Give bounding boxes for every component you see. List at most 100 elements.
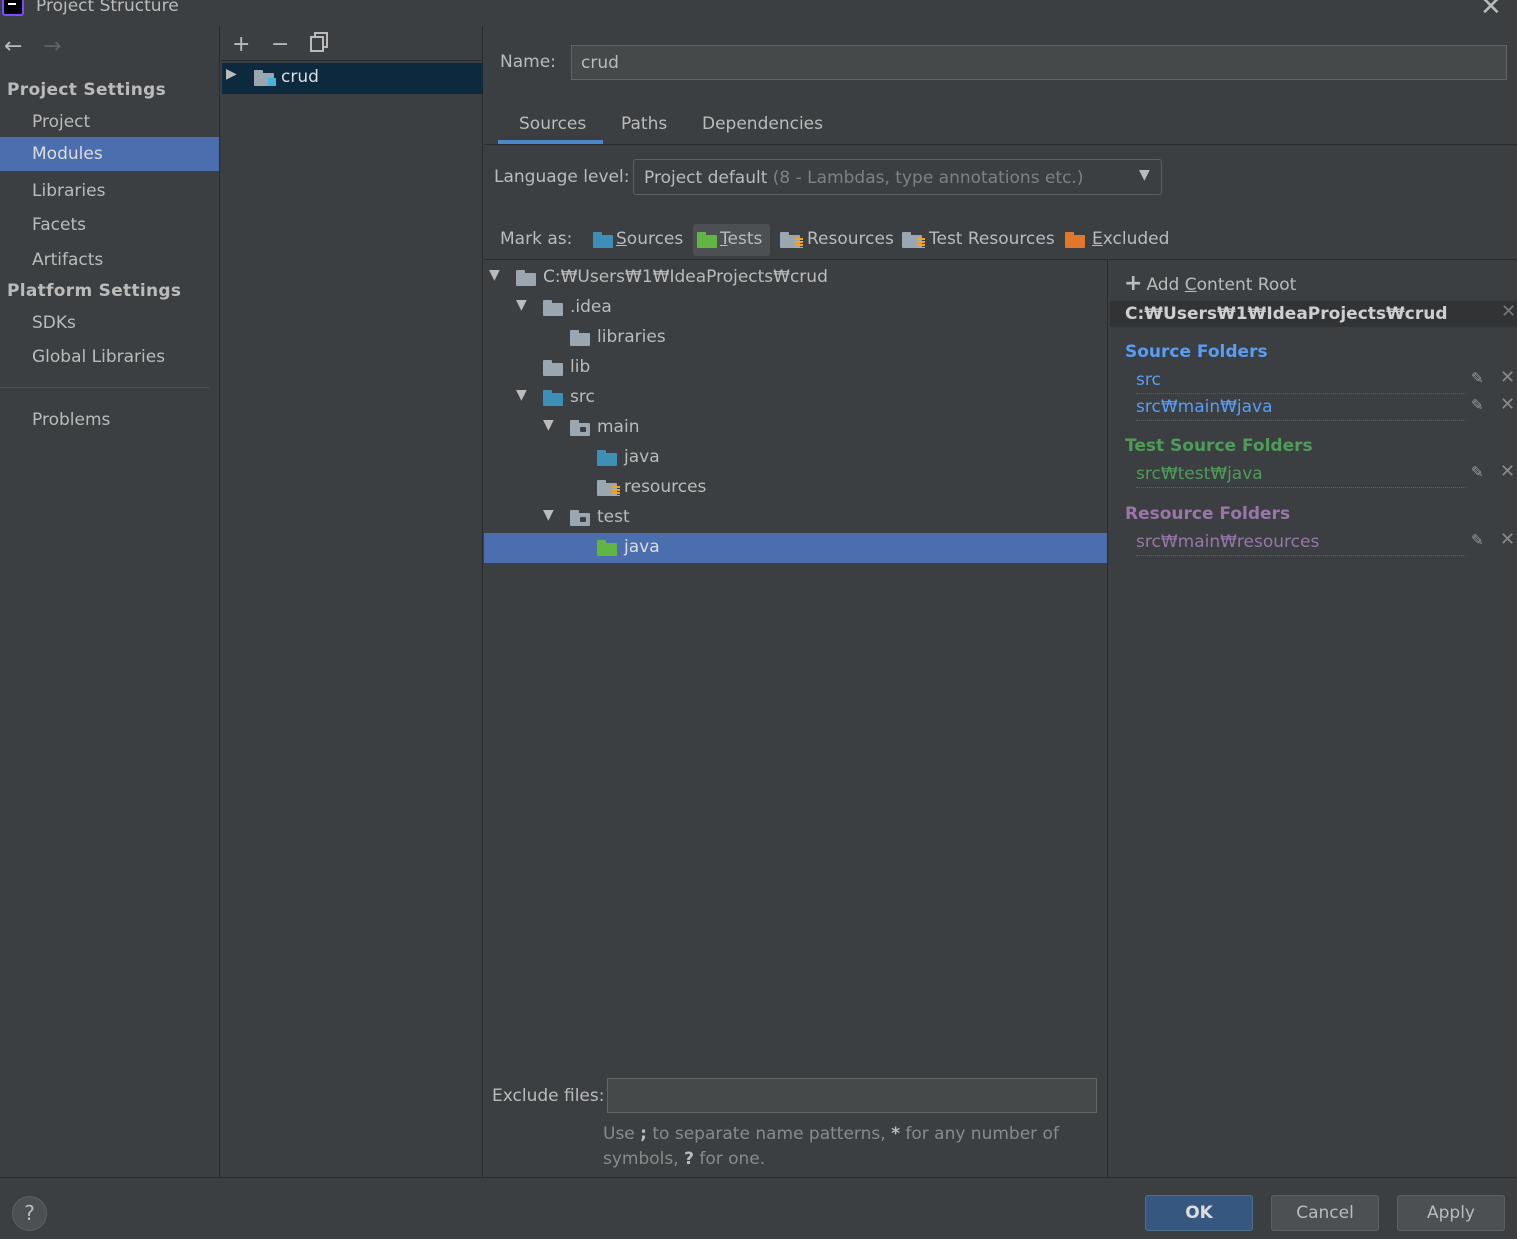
remove-icon[interactable]: − [271,32,289,57]
expand-arrow-icon[interactable]: ▼ [543,417,554,433]
tree-row[interactable]: ▼ main [484,413,1107,443]
remove-folder-icon[interactable]: ✕ [1500,394,1515,415]
mark-tests-button[interactable]: Tests [693,224,770,256]
edit-pencil-icon[interactable]: ✎ [1471,531,1484,549]
exclude-files-input[interactable] [607,1078,1097,1113]
ok-button[interactable]: OK [1145,1195,1253,1231]
mark-test-resources-label: Test Resources [929,229,1055,249]
tree-row[interactable]: ▼ src [484,383,1107,413]
back-arrow-icon[interactable]: ← [4,34,22,59]
tree-row[interactable]: ▼ .idea [484,293,1107,323]
project-settings-header: Project Settings [7,80,167,100]
language-level-dropdown[interactable]: Project default (8 - Lambdas, type annot… [633,159,1162,195]
mark-resources-button[interactable]: Resources [776,224,894,256]
expand-arrow-icon[interactable]: ▼ [543,507,554,523]
close-icon[interactable]: ✕ [1480,0,1502,22]
tree-row[interactable]: libraries [484,323,1107,353]
mark-test-resources-button[interactable]: Test Resources [898,224,1056,256]
exclude-files-label: Exclude files: [492,1086,605,1106]
exclude-hint-text: Use [603,1124,635,1144]
module-name: crud [281,67,319,87]
edit-pencil-icon[interactable]: ✎ [1471,369,1484,387]
sidebar-item-sdks[interactable]: SDKs [0,306,219,340]
sidebar-item-artifacts[interactable]: Artifacts [0,243,219,277]
expand-arrow-icon[interactable]: ▶ [226,66,237,82]
name-label: Name: [500,52,556,72]
mark-excluded-button[interactable]: Excluded [1061,224,1169,256]
add-icon[interactable]: + [232,32,250,57]
expand-arrow-icon[interactable]: ▼ [489,267,500,283]
copy-icon[interactable] [310,32,328,52]
test-source-folder-entry[interactable]: src₩test₩java [1136,464,1466,488]
add-content-root-button[interactable]: + Add Content Root [1124,271,1296,296]
remove-folder-icon[interactable]: ✕ [1500,367,1515,388]
sidebar-item-project[interactable]: Project [0,105,219,139]
tab-dependencies[interactable]: Dependencies [702,114,823,134]
platform-settings-header: Platform Settings [7,281,182,301]
mark-tests-mnemonic: T [720,229,728,249]
sidebar-item-modules[interactable]: Modules [0,137,219,171]
folder-package-icon [570,510,590,526]
language-level-value: Project default (8 - Lambdas, type annot… [644,168,1083,188]
tree-row[interactable]: java [484,533,1107,563]
source-folder-tree[interactable]: ▼ C:₩Users₩1₩IdeaProjects₩crud ▼ .idea libra… [484,259,1108,1177]
apply-button[interactable]: Apply [1397,1195,1505,1231]
expand-arrow-icon[interactable]: ▼ [516,387,527,403]
tab-paths[interactable]: Paths [621,114,667,134]
mark-sources-rest: ources [626,229,684,249]
folder-grey-icon [516,270,536,286]
module-name-input[interactable] [571,45,1507,80]
expand-arrow-icon[interactable]: ▼ [516,297,527,313]
module-folder-icon [254,70,276,86]
tree-row[interactable]: java [484,443,1107,473]
folder-grey-icon [543,360,563,376]
folder-test-resources-icon [902,232,925,248]
tree-row[interactable]: ▼ C:₩Users₩1₩IdeaProjects₩crud [484,263,1107,293]
folder-resources-icon [780,232,803,248]
add-content-root-label: Add [1146,275,1185,295]
remove-folder-icon[interactable]: ✕ [1500,529,1515,550]
remove-content-root-icon[interactable]: ✕ [1501,301,1516,322]
tree-node-label: test [597,507,630,527]
tree-row[interactable]: resources [484,473,1107,503]
sidebar-item-global-libraries[interactable]: Global Libraries [0,340,219,374]
tree-node-label: lib [570,357,591,377]
cancel-button[interactable]: Cancel [1271,1195,1379,1231]
source-folder-entry[interactable]: src [1136,370,1466,394]
folder-excluded-icon [1065,232,1085,248]
source-folder-entry[interactable]: src₩main₩java [1136,397,1466,421]
edit-pencil-icon[interactable]: ✎ [1471,463,1484,481]
tree-node-label: .idea [570,297,612,317]
tree-row[interactable]: lib [484,353,1107,383]
module-row[interactable]: ▶ crud [222,63,483,94]
folder-source-icon [543,390,563,406]
forward-arrow-icon[interactable]: → [43,34,61,59]
folder-source-icon [593,232,613,248]
resource-folder-path: src₩main₩resources [1136,532,1320,552]
chevron-down-icon[interactable]: ▼ [1139,167,1150,183]
sidebar-item-facets[interactable]: Facets [0,208,219,242]
resource-folder-entry[interactable]: src₩main₩resources [1136,532,1466,556]
help-button[interactable]: ? [12,1196,47,1231]
sidebar-item-problems[interactable]: Problems [0,403,219,437]
edit-pencil-icon[interactable]: ✎ [1471,396,1484,414]
language-level-hint: (8 - Lambdas, type annotations etc.) [772,168,1084,188]
mark-as-label: Mark as: [500,229,573,249]
remove-folder-icon[interactable]: ✕ [1500,461,1515,482]
tree-node-label: java [624,447,660,467]
sidebar-item-libraries[interactable]: Libraries [0,174,219,208]
exclude-hint-star: * [891,1124,900,1144]
exclude-hint-question: ? [684,1149,694,1169]
mark-excluded-mnemonic: E [1092,229,1103,249]
folder-test-icon [697,232,717,248]
mark-excluded-label: Excluded [1092,229,1169,249]
tab-sources[interactable]: Sources [519,114,586,134]
tree-row[interactable]: ▼ test [484,503,1107,533]
mark-tests-rest: ests [727,229,763,249]
plus-icon: + [1124,271,1143,296]
tree-node-label: src [570,387,595,407]
mark-sources-button[interactable]: Sources [589,224,687,256]
folder-package-icon [570,420,590,436]
mark-excluded-rest: xcluded [1102,229,1170,249]
folder-resources-icon [597,480,620,496]
